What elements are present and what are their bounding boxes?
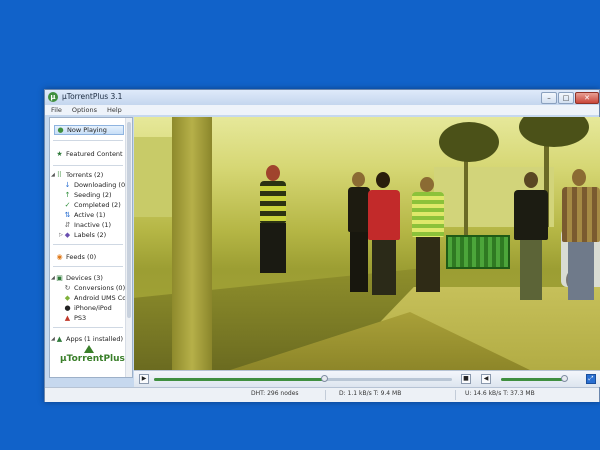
app-window: µ µTorrentPlus 3.1 – □ ✕ File Options He… xyxy=(44,89,600,402)
active-label: Active (1) xyxy=(74,211,106,219)
divider xyxy=(53,266,123,267)
play-circle-icon: ● xyxy=(57,126,64,134)
sidebar-item-torrents[interactable]: ⠿ Torrents (2) xyxy=(56,170,103,180)
menu-help[interactable]: Help xyxy=(107,105,122,115)
expand-caret-icon[interactable]: ◢ xyxy=(51,172,55,178)
title-bar[interactable]: µ µTorrentPlus 3.1 – □ ✕ xyxy=(45,90,599,105)
torrents-icon: ⠿ xyxy=(56,171,63,179)
video-player[interactable] xyxy=(134,117,600,370)
sidebar-item-feeds[interactable]: ◉ Feeds (0) xyxy=(56,252,96,262)
player-controls: ▶ ■ ◀ ⤢ xyxy=(134,370,600,387)
iphone-label: iPhone/iPod xyxy=(74,304,112,312)
sidebar-item-android[interactable]: ◆ Android UMS Co xyxy=(64,293,126,303)
active-icon: ⇅ xyxy=(64,211,71,219)
divider xyxy=(53,327,123,328)
sidebar-item-apps[interactable]: ▲ Apps (1 installed) xyxy=(56,334,123,344)
sidebar-item-active[interactable]: ⇅ Active (1) xyxy=(64,210,106,220)
torrents-label: Torrents (2) xyxy=(66,171,104,179)
status-separator xyxy=(455,390,456,400)
video-crate xyxy=(446,235,510,269)
sidebar-item-now-playing[interactable]: ● Now Playing xyxy=(54,125,124,135)
window-title: µTorrentPlus 3.1 xyxy=(62,92,123,101)
divider xyxy=(53,140,123,141)
menu-bar: File Options Help xyxy=(45,105,599,115)
sidebar-item-featured[interactable]: ★ Featured Content xyxy=(56,149,123,159)
sidebar-item-completed[interactable]: ✓ Completed (2) xyxy=(64,200,121,210)
label-icon: ◆ xyxy=(64,231,71,239)
sidebar-item-labels[interactable]: ◆ Labels (2) xyxy=(64,230,106,240)
desktop: { "window": { "title": "µTorrentPlus 3.1… xyxy=(0,0,600,450)
download-arrow-icon: ↓ xyxy=(64,181,71,189)
conversions-label: Conversions (0) xyxy=(74,284,126,292)
video-palm-tree xyxy=(439,122,499,162)
featured-label: Featured Content xyxy=(66,150,123,158)
fullscreen-button[interactable]: ⤢ xyxy=(586,374,596,384)
expand-caret-icon[interactable]: ◢ xyxy=(51,275,55,281)
status-separator xyxy=(325,390,326,400)
conversion-icon: ↻ xyxy=(64,284,71,292)
android-label: Android UMS Co xyxy=(74,294,127,302)
logo-badge-icon xyxy=(84,345,94,353)
utorrent-logo-icon: µ xyxy=(48,92,58,102)
ps3-label: PS3 xyxy=(74,314,87,322)
sidebar-item-iphone[interactable]: ● iPhone/iPod xyxy=(64,303,112,313)
inactive-label: Inactive (1) xyxy=(74,221,112,229)
downloading-label: Downloading (0) xyxy=(74,181,128,189)
apps-label: Apps (1 installed) xyxy=(66,335,124,343)
volume-slider[interactable] xyxy=(501,375,568,382)
sidebar-item-downloading[interactable]: ↓ Downloading (0) xyxy=(64,180,128,190)
devices-icon: ▣ xyxy=(56,274,63,282)
star-icon: ★ xyxy=(56,150,63,158)
rss-icon: ◉ xyxy=(56,253,63,261)
apple-icon: ● xyxy=(64,304,71,312)
sidebar-item-inactive[interactable]: ⇵ Inactive (1) xyxy=(64,220,112,230)
video-palm-tree xyxy=(519,117,589,147)
scrollbar-thumb[interactable] xyxy=(127,122,131,318)
collapse-caret-icon[interactable]: ▷ xyxy=(59,232,63,238)
android-icon: ◆ xyxy=(64,294,71,302)
app-logo: µTorrentPlus xyxy=(60,354,125,364)
divider xyxy=(53,244,123,245)
sidebar-scrollbar[interactable] xyxy=(125,118,132,377)
upload-status[interactable]: U: 14.6 kB/s T: 37.3 MB xyxy=(465,390,535,397)
stop-button[interactable]: ■ xyxy=(461,374,471,384)
check-icon: ✓ xyxy=(64,201,71,209)
inactive-icon: ⇵ xyxy=(64,221,71,229)
labels-label: Labels (2) xyxy=(74,231,107,239)
seed-arrow-icon: ↑ xyxy=(64,191,71,199)
seek-progress-fill xyxy=(154,378,324,381)
maximize-button[interactable]: □ xyxy=(558,92,574,104)
status-bar: DHT: 296 nodes D: 1.1 kB/s T: 9.4 MB U: … xyxy=(45,387,599,402)
feeds-label: Feeds (0) xyxy=(66,253,97,261)
playstation-icon: ▲ xyxy=(64,314,71,322)
devices-label: Devices (3) xyxy=(66,274,103,282)
video-pole xyxy=(172,117,212,370)
sidebar-item-ps3[interactable]: ▲ PS3 xyxy=(64,313,86,323)
seeding-label: Seeding (2) xyxy=(74,191,112,199)
sidebar: ● Now Playing ★ Featured Content ◢ ⠿ Torren… xyxy=(49,117,133,378)
dht-status: DHT: 296 nodes xyxy=(251,390,299,397)
volume-handle[interactable] xyxy=(560,375,568,382)
apps-icon: ▲ xyxy=(56,335,63,343)
volume-fill xyxy=(501,378,564,381)
menu-file[interactable]: File xyxy=(51,105,62,115)
sidebar-item-conversions[interactable]: ↻ Conversions (0) xyxy=(64,283,126,293)
now-playing-label: Now Playing xyxy=(67,126,107,134)
divider xyxy=(53,165,123,166)
menu-options[interactable]: Options xyxy=(72,105,97,115)
seek-bar[interactable] xyxy=(154,375,452,382)
download-status[interactable]: D: 1.1 kB/s T: 9.4 MB xyxy=(339,390,401,397)
play-button[interactable]: ▶ xyxy=(139,374,149,384)
seek-handle[interactable] xyxy=(320,375,328,382)
close-button[interactable]: ✕ xyxy=(575,92,599,104)
volume-icon[interactable]: ◀ xyxy=(481,374,491,384)
expand-caret-icon[interactable]: ◢ xyxy=(51,336,55,342)
completed-label: Completed (2) xyxy=(74,201,121,209)
sidebar-item-seeding[interactable]: ↑ Seeding (2) xyxy=(64,190,112,200)
minimize-button[interactable]: – xyxy=(541,92,557,104)
sidebar-item-devices[interactable]: ▣ Devices (3) xyxy=(56,273,103,283)
